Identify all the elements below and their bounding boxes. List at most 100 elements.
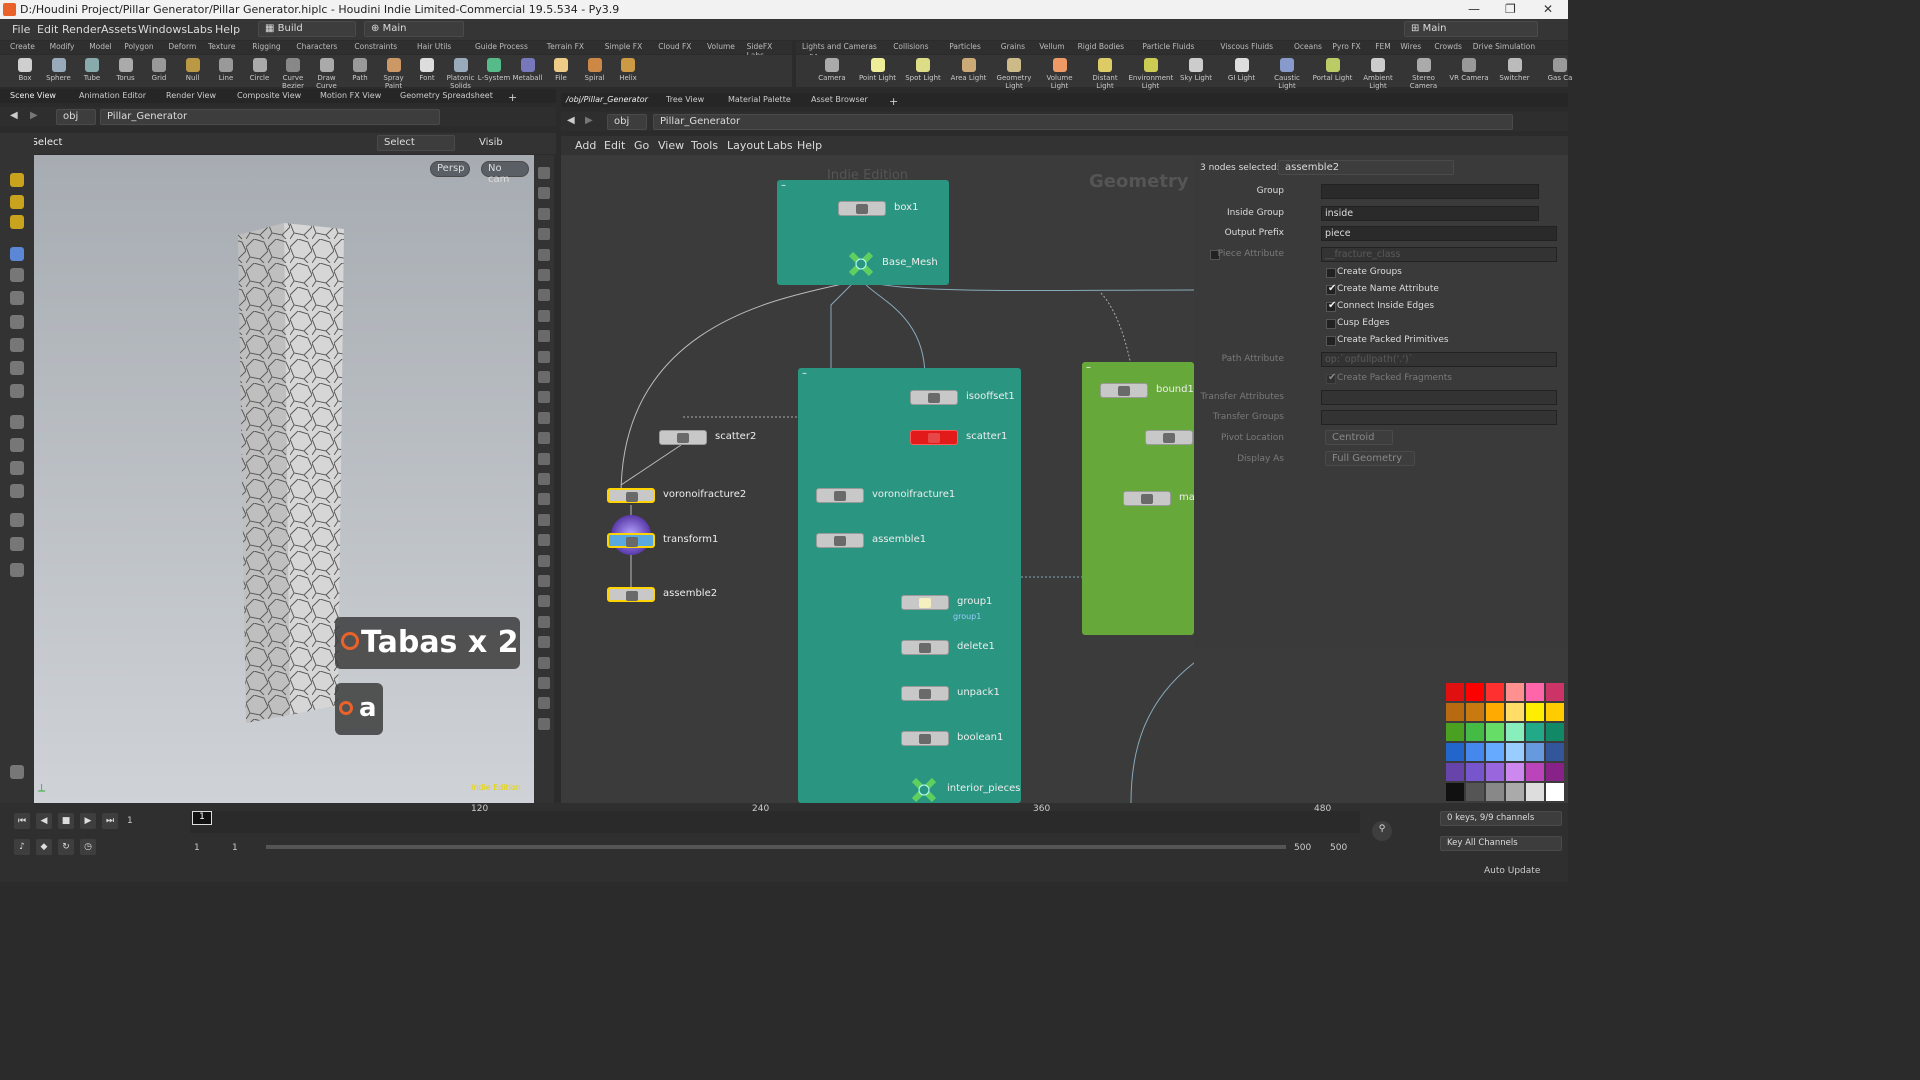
color-swatch[interactable] xyxy=(1506,763,1524,781)
network-menu-add[interactable]: Add xyxy=(575,139,596,152)
shelf-tab-crowds[interactable]: Crowds xyxy=(1434,42,1462,51)
menu-windows[interactable]: Windows xyxy=(138,23,187,36)
shelf-tab-viscous-fluids[interactable]: Viscous Fluids xyxy=(1220,42,1273,51)
shelf-tool-file[interactable]: File xyxy=(544,55,578,82)
shelf-tool-helix[interactable]: Helix xyxy=(611,55,645,82)
shelf-tab-drive-simulation[interactable]: Drive Simulation xyxy=(1473,42,1535,51)
realtime-toggle-icon[interactable]: ⚲ xyxy=(1372,821,1392,841)
color-swatch[interactable] xyxy=(1486,763,1504,781)
path-node[interactable]: Pillar_Generator xyxy=(100,109,440,125)
color-swatch[interactable] xyxy=(1526,783,1544,801)
edit-icon[interactable] xyxy=(10,361,24,375)
network-menu-tools[interactable]: Tools xyxy=(691,139,718,152)
build-desktop-select[interactable]: ▦ Build xyxy=(258,21,356,37)
audio-icon[interactable]: ♪ xyxy=(14,839,30,855)
color-swatch[interactable] xyxy=(1546,783,1564,801)
shelf-tab-volume[interactable]: Volume xyxy=(707,42,735,51)
visibility-button[interactable]: Visib xyxy=(479,137,503,148)
shelf-tool-curve-bezier[interactable]: Curve Bezier xyxy=(276,55,310,90)
color-swatch[interactable] xyxy=(1446,723,1464,741)
rotate-icon[interactable] xyxy=(10,291,24,305)
viewer-option-icon[interactable] xyxy=(538,330,550,343)
scale-icon[interactable] xyxy=(10,315,24,329)
maximize-icon[interactable]: ❐ xyxy=(1505,2,1516,16)
shelf-tool-gas-ca[interactable]: Gas Ca xyxy=(1538,55,1582,82)
color-swatch[interactable] xyxy=(1506,783,1524,801)
path-attribute-field[interactable]: op:`opfullpath('.')` xyxy=(1321,352,1557,367)
shelf-tool-line[interactable]: Line xyxy=(209,55,243,82)
viewer-option-icon[interactable] xyxy=(538,554,550,567)
color-swatch[interactable] xyxy=(1546,723,1564,741)
shelf-tool-sky-light[interactable]: Sky Light xyxy=(1174,55,1218,82)
brush-icon[interactable] xyxy=(10,195,24,209)
color-swatch[interactable] xyxy=(1466,743,1484,761)
inside-group-field[interactable]: inside xyxy=(1321,206,1539,221)
create-groups-checkbox[interactable] xyxy=(1326,268,1336,278)
color-swatch[interactable] xyxy=(1466,703,1484,721)
add-tab-icon[interactable]: + xyxy=(508,91,517,104)
transfer-attributes-field[interactable] xyxy=(1321,390,1557,405)
view-icon[interactable] xyxy=(10,484,24,498)
shelf-tool-spot-light[interactable]: Spot Light xyxy=(901,55,945,82)
network-editor[interactable]: Geometry Indie Edition – – – box1 Base_M… xyxy=(561,155,1194,803)
shelf-tool-area-light[interactable]: Area Light xyxy=(947,55,991,82)
tab-scene-view[interactable]: Scene View xyxy=(10,91,56,100)
viewer-option-icon[interactable] xyxy=(538,697,550,710)
color-swatch[interactable] xyxy=(1526,703,1544,721)
shelf-tab-constraints[interactable]: Constraints xyxy=(354,42,397,51)
box-collapse-icon-3[interactable]: – xyxy=(1086,362,1091,373)
shelf-tool-spray-paint[interactable]: Spray Paint xyxy=(377,55,411,90)
network-menu-go[interactable]: Go xyxy=(634,139,649,152)
shelf-tab-cloud-fx[interactable]: Cloud FX xyxy=(658,42,691,51)
tab-network-path[interactable]: /obj/Pillar_Generator xyxy=(566,95,648,104)
viewer-option-icon[interactable] xyxy=(538,595,550,608)
shelf-tab-texture[interactable]: Texture xyxy=(208,42,235,51)
tab-composite-view[interactable]: Composite View xyxy=(237,91,301,100)
viewer-option-icon[interactable] xyxy=(538,207,550,220)
viewer-option-icon[interactable] xyxy=(538,371,550,383)
shelf-tool-ambient-light[interactable]: Ambient Light xyxy=(1356,55,1400,90)
range-end-2[interactable]: 500 xyxy=(1330,843,1347,853)
viewer-option-icon[interactable] xyxy=(538,534,550,547)
network-path-node[interactable]: Pillar_Generator xyxy=(653,114,1513,130)
range-start-2[interactable]: 1 xyxy=(232,843,238,853)
select-mode-dropdown[interactable]: Select xyxy=(377,135,455,151)
shelf-tool-sphere[interactable]: Sphere xyxy=(42,55,76,82)
shelf-tool-point-light[interactable]: Point Light xyxy=(856,55,900,82)
network-menu-help[interactable]: Help xyxy=(797,139,822,152)
shelf-tab-grains[interactable]: Grains xyxy=(1001,42,1025,51)
color-swatch[interactable] xyxy=(1506,743,1524,761)
color-swatch[interactable] xyxy=(1546,683,1564,701)
tab-geometry-spreadsheet[interactable]: Geometry Spreadsheet xyxy=(400,91,493,100)
viewer-option-icon[interactable] xyxy=(538,636,550,649)
viewer-option-icon[interactable] xyxy=(538,452,550,465)
tab-asset-browser[interactable]: Asset Browser xyxy=(811,95,868,104)
shelf-tool-geometry-light[interactable]: Geometry Light xyxy=(992,55,1036,90)
main-desktop-select[interactable]: ⊕ Main xyxy=(364,21,464,37)
shelf-tool-platonic-solids[interactable]: Platonic Solids xyxy=(444,55,478,90)
viewer-option-icon[interactable] xyxy=(538,473,550,485)
color-swatch[interactable] xyxy=(1486,703,1504,721)
shelf-tab-create[interactable]: Create xyxy=(10,42,35,51)
network-path-obj[interactable]: obj xyxy=(607,114,647,130)
light-icon[interactable] xyxy=(10,537,24,551)
tab-animation-editor[interactable]: Animation Editor xyxy=(79,91,146,100)
group-field[interactable] xyxy=(1321,184,1539,199)
tab-motion-fx-view[interactable]: Motion FX View xyxy=(320,91,381,100)
color-swatch[interactable] xyxy=(1446,743,1464,761)
network-back-icon[interactable]: ◀ xyxy=(567,115,575,126)
handle-icon[interactable] xyxy=(10,338,24,352)
color-swatch[interactable] xyxy=(1546,703,1564,721)
shelf-tab-hair-utils[interactable]: Hair Utils xyxy=(417,42,451,51)
color-swatch[interactable] xyxy=(1546,743,1564,761)
shelf-tool-switcher[interactable]: Switcher xyxy=(1493,55,1537,82)
back-icon[interactable]: ◀ xyxy=(10,110,18,121)
viewer-option-icon[interactable] xyxy=(538,309,550,322)
shelf-tool-camera[interactable]: Camera xyxy=(810,55,854,82)
color-swatch[interactable] xyxy=(1526,743,1544,761)
shelf-tool-metaball[interactable]: Metaball xyxy=(511,55,545,82)
shelf-tab-vellum[interactable]: Vellum xyxy=(1039,42,1064,51)
viewer-option-icon[interactable] xyxy=(538,350,550,363)
create-name-attribute-checkbox[interactable]: ✔ xyxy=(1326,283,1336,295)
shelf-tool-torus[interactable]: Torus xyxy=(109,55,143,82)
